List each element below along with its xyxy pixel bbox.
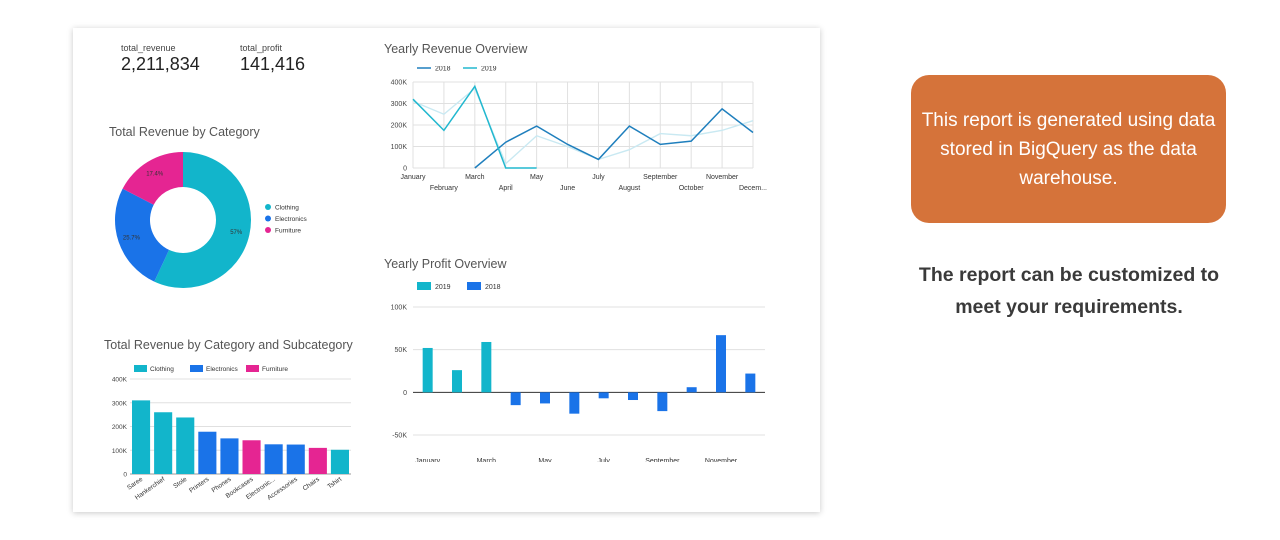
x-tick-label: September [643,174,678,181]
x-tick-label: November [706,174,739,181]
y-tick-label: 300K [391,101,408,108]
legend-label: Clothing [275,205,299,212]
y-tick-label: 0 [123,472,127,479]
bar-2018-june [569,392,580,414]
subcategory-bar-chart: 0100K200K300K400KSareeHankerchief Stole Pr… [112,365,351,502]
legend-swatch-furniture [246,365,259,372]
x-tick-label: Chairs [302,475,322,492]
legend-label: Furniture [275,228,301,235]
y-tick-label: 200K [112,424,128,431]
kpi-total-revenue: total_revenue 2,211,834 [121,43,200,75]
revenue-line-chart-title: Yearly Revenue Overview [384,42,528,56]
legend-swatch-2019 [417,282,431,290]
donut-slice-label: 57% [230,230,243,236]
bar-2018-september [657,392,668,412]
legend-label: Clothing [150,366,174,373]
legend-label: 2019 [481,66,497,73]
y-tick-label: 0 [403,390,407,397]
y-tick-label: 400K [391,80,408,87]
y-tick-label: 300K [112,400,128,407]
x-tick-label: February [430,185,459,192]
x-tick-label: Tshirt [326,476,343,491]
kpi-total-profit: total_profit 141,416 [240,43,305,75]
bar-printers [198,431,217,474]
bar-accessories [286,444,305,474]
bar-2018-november [716,335,726,393]
x-tick-label: Stole [172,476,188,490]
bar-chairs [308,447,327,474]
bar-electronic [264,444,283,474]
legend-swatch-clothing [265,204,271,210]
bar-2018-may [540,392,550,404]
bar-2019-march [481,341,492,393]
legend-label: 2019 [435,284,451,291]
profit-bar-chart-title: Yearly Profit Overview [384,257,507,271]
x-tick-label: July [592,174,605,181]
donut-chart-title: Total Revenue by Category [109,125,260,139]
series-line-2018 [474,107,754,169]
bar-phones [220,438,239,474]
revenue-line-chart: 0 100K 200K 300K 400K January February March Apr… [391,66,767,192]
x-tick-label: July [597,458,610,462]
bar-2018-april [510,392,521,406]
donut-chart: 57% 25.7% 17.4% Clothing Electronics Furnitur… [114,152,308,288]
legend-swatch-clothing [134,365,147,372]
legend-label: 2018 [485,284,501,291]
legend-swatch-2018 [467,282,481,290]
y-tick-label: -50K [392,433,407,440]
y-tick-label: 100K [391,144,408,151]
bar-2018-october [686,387,697,393]
x-tick-label: May [530,174,544,181]
bar-2019-february [452,370,462,393]
legend-label: Electronics [206,366,239,373]
bar-2019-january [422,347,433,393]
x-tick-label: March [465,174,485,181]
report-canvas: total_revenue 2,211,834 total_profit 141… [73,28,820,512]
donut-slice-label: 17.4% [146,171,164,177]
bar-2018-august [628,392,638,401]
bar-tshirt [330,449,349,474]
info-text: This report is generated using data stor… [921,109,1216,189]
bar-stole [176,417,195,474]
y-tick-label: 100K [391,305,408,312]
customization-note: The report can be customized to meet you… [918,264,1220,318]
x-tick-label: August [618,185,640,192]
x-tick-label: January [401,174,426,181]
bar-saree [132,400,151,474]
y-tick-label: 100K [112,448,128,455]
x-tick-label: May [538,458,552,462]
x-tick-label: June [560,185,575,192]
x-tick-label: October [679,185,705,192]
kpi-value: 141,416 [240,54,306,74]
x-tick-label: March [477,458,497,462]
bar-2018-december [745,373,756,393]
y-tick-label: 200K [391,123,408,130]
x-tick-label: November [705,458,738,462]
x-tick-label: September [645,458,680,462]
bar-2018-july [598,392,609,399]
y-tick-label: 400K [112,377,128,384]
legend-label: Furniture [262,366,288,373]
bar-hankerchief [154,412,173,474]
legend-swatch-electronics [265,215,271,222]
kpi-value: 2,211,834 [121,54,200,74]
legend-swatch-electronics [190,365,203,372]
profit-bar-chart: -50K050K100KJanuaryFebruaryMarchAprilMay… [391,282,765,462]
x-tick-label: April [499,185,513,192]
info-callout: This report is generated using data stor… [911,75,1226,223]
kpi-label: total_revenue [121,43,176,53]
y-tick-label: 50K [395,347,408,354]
donut-slice-label: 25.7% [123,236,141,242]
legend-label: 2018 [435,66,451,73]
legend-swatch-furniture [265,227,271,233]
x-tick-label: January [415,458,440,462]
kpi-label: total_profit [240,43,283,53]
x-tick-label: Decem... [739,185,767,192]
x-tick-label: Printers [188,475,211,494]
subcategory-chart-title: Total Revenue by Category and Subcategor… [104,338,353,352]
y-tick-label: 0 [403,166,407,173]
legend-label: Electronics [275,216,308,223]
bar-bookcases [242,440,261,474]
